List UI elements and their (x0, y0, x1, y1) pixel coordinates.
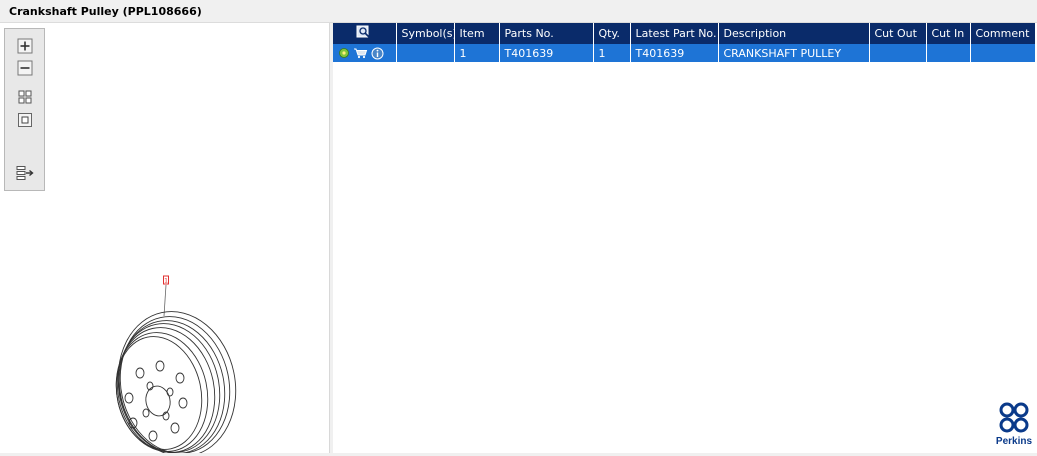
zoom-in-button[interactable] (16, 37, 34, 55)
minus-icon (17, 60, 33, 76)
cell-qty: 1 (593, 44, 631, 62)
cell-cut-in (926, 44, 971, 62)
plus-icon (17, 38, 33, 54)
column-header-parts-no[interactable]: Parts No. (499, 23, 594, 44)
column-header-cut-out[interactable]: Cut Out (869, 23, 927, 44)
perkins-logo: Perkins (994, 401, 1034, 451)
title-bar: Crankshaft Pulley (PPL108666) (0, 0, 1037, 23)
cell-item: 1 (454, 44, 500, 62)
gear-icon[interactable] (338, 47, 350, 59)
perkins-logo-icon (999, 402, 1029, 433)
parts-table: Symbol(s) Item Parts No. Qty. Latest Par… (333, 23, 1036, 62)
illustration-pane: 1 (0, 23, 330, 456)
actual-size-button[interactable] (16, 111, 34, 129)
callout-label[interactable]: 1 (164, 278, 168, 285)
grid-icon (18, 90, 32, 104)
table-row[interactable]: 1 T401639 1 T401639 CRANKSHAFT PULLEY (333, 44, 1036, 62)
column-header-qty[interactable]: Qty. (593, 23, 631, 44)
part-drawing: 1 (95, 268, 255, 456)
square-icon (18, 113, 32, 127)
cell-parts-no: T401639 (499, 44, 594, 62)
cell-cut-out (869, 44, 927, 62)
cell-description: CRANKSHAFT PULLEY (718, 44, 870, 62)
cell-latest-part-no: T401639 (630, 44, 719, 62)
column-header-latest-part-no[interactable]: Latest Part No. (630, 23, 719, 44)
fit-view-button[interactable] (16, 88, 34, 106)
column-header-description[interactable]: Description (718, 23, 870, 44)
table-header-row: Symbol(s) Item Parts No. Qty. Latest Par… (333, 23, 1036, 44)
column-header-item[interactable]: Item (454, 23, 500, 44)
export-icon (16, 166, 34, 180)
cell-symbols (396, 44, 455, 62)
logo-text: Perkins (995, 436, 1033, 447)
cart-icon[interactable] (353, 47, 368, 59)
info-icon[interactable] (371, 47, 384, 60)
column-header-comment[interactable]: Comment (970, 23, 1036, 44)
row-action-cell (333, 44, 397, 62)
zoom-out-button[interactable] (16, 59, 34, 77)
parts-list-pane: Symbol(s) Item Parts No. Qty. Latest Par… (333, 23, 1037, 453)
column-header-symbols[interactable]: Symbol(s) (396, 23, 455, 44)
window-title: Crankshaft Pulley (PPL108666) (9, 5, 202, 18)
column-header-cut-in[interactable]: Cut In (926, 23, 971, 44)
export-button[interactable] (16, 164, 34, 182)
cell-comment (970, 44, 1036, 62)
column-header-tools[interactable] (333, 23, 397, 44)
viewer-toolbar (4, 28, 45, 191)
search-document-icon (356, 25, 370, 38)
